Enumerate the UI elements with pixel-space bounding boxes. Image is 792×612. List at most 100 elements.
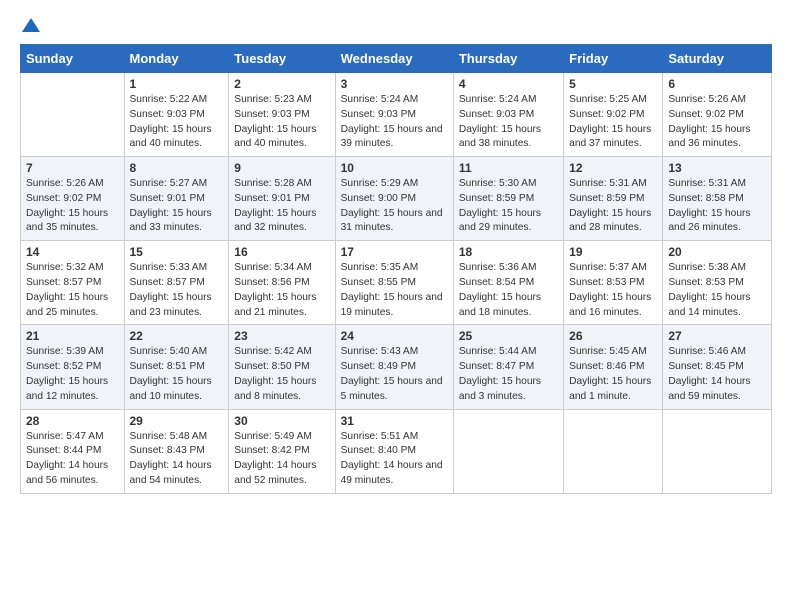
calendar-cell: 26 Sunrise: 5:45 AMSunset: 8:46 PMDayligh… [564,325,663,409]
day-header: Monday [124,45,229,73]
cell-info: Sunrise: 5:24 AMSunset: 9:03 PMDaylight:… [341,93,448,152]
cell-info: Sunrise: 5:42 AMSunset: 8:50 PMDaylight:… [234,345,329,404]
cell-info: Sunrise: 5:33 AMSunset: 8:57 PMDaylight:… [130,261,224,320]
cell-info: Sunrise: 5:32 AMSunset: 8:57 PMDaylight:… [26,261,119,320]
cell-info: Sunrise: 5:25 AMSunset: 9:02 PMDaylight:… [569,93,657,152]
date-number: 31 [341,414,448,428]
calendar-cell: 28 Sunrise: 5:47 AMSunset: 8:44 PMDayligh… [21,409,125,493]
calendar-cell: 19 Sunrise: 5:37 AMSunset: 8:53 PMDayligh… [564,241,663,325]
calendar-cell: 21 Sunrise: 5:39 AMSunset: 8:52 PMDayligh… [21,325,125,409]
cell-info: Sunrise: 5:22 AMSunset: 9:03 PMDaylight:… [130,93,224,152]
date-number: 10 [341,161,448,175]
date-number: 26 [569,329,657,343]
date-number: 22 [130,329,224,343]
day-header: Saturday [663,45,772,73]
date-number: 25 [459,329,558,343]
cell-info: Sunrise: 5:40 AMSunset: 8:51 PMDaylight:… [130,345,224,404]
calendar-cell [663,409,772,493]
cell-info: Sunrise: 5:36 AMSunset: 8:54 PMDaylight:… [459,261,558,320]
calendar-cell: 15Sunrise: 5:33 AMSunset: 8:57 PMDayligh… [124,241,229,325]
calendar-cell: 31 Sunrise: 5:51 AMSunset: 8:40 PMDayligh… [335,409,453,493]
calendar-cell: 14 Sunrise: 5:32 AMSunset: 8:57 PMDayligh… [21,241,125,325]
date-number: 6 [668,77,766,91]
cell-info: Sunrise: 5:51 AMSunset: 8:40 PMDaylight:… [341,430,448,489]
calendar-cell: 24 Sunrise: 5:43 AMSunset: 8:49 PMDayligh… [335,325,453,409]
date-number: 8 [130,161,224,175]
date-number: 19 [569,245,657,259]
calendar-cell: 8 Sunrise: 5:27 AMSunset: 9:01 PMDaylight… [124,157,229,241]
cell-info: Sunrise: 5:44 AMSunset: 8:47 PMDaylight:… [459,345,558,404]
date-number: 29 [130,414,224,428]
date-number: 11 [459,161,558,175]
page: SundayMondayTuesdayWednesdayThursdayFrid… [0,0,792,504]
date-number: 21 [26,329,119,343]
calendar-cell: 5 Sunrise: 5:25 AMSunset: 9:02 PMDaylight… [564,73,663,157]
date-number: 24 [341,329,448,343]
cell-info: Sunrise: 5:31 AMSunset: 8:58 PMDaylight:… [668,177,766,236]
day-header: Wednesday [335,45,453,73]
calendar-cell: 18Sunrise: 5:36 AMSunset: 8:54 PMDayligh… [453,241,563,325]
date-number: 23 [234,329,329,343]
calendar-cell: 13 Sunrise: 5:31 AMSunset: 8:58 PMDayligh… [663,157,772,241]
calendar-cell: 25 Sunrise: 5:44 AMSunset: 8:47 PMDayligh… [453,325,563,409]
date-number: 2 [234,77,329,91]
cell-info: Sunrise: 5:45 AMSunset: 8:46 PMDaylight:… [569,345,657,404]
cell-info: Sunrise: 5:26 AMSunset: 9:02 PMDaylight:… [668,93,766,152]
cell-info: Sunrise: 5:27 AMSunset: 9:01 PMDaylight:… [130,177,224,236]
calendar-cell [21,73,125,157]
date-number: 7 [26,161,119,175]
calendar-cell: 7Sunrise: 5:26 AMSunset: 9:02 PMDaylight… [21,157,125,241]
day-header: Sunday [21,45,125,73]
logo [20,18,40,34]
cell-info: Sunrise: 5:23 AMSunset: 9:03 PMDaylight:… [234,93,329,152]
calendar-cell: 6 Sunrise: 5:26 AMSunset: 9:02 PMDaylight… [663,73,772,157]
date-number: 13 [668,161,766,175]
cell-info: Sunrise: 5:30 AMSunset: 8:59 PMDaylight:… [459,177,558,236]
calendar-cell [564,409,663,493]
cell-info: Sunrise: 5:29 AMSunset: 9:00 PMDaylight:… [341,177,448,236]
calendar-cell: 9 Sunrise: 5:28 AMSunset: 9:01 PMDaylight… [229,157,335,241]
date-number: 14 [26,245,119,259]
day-header: Tuesday [229,45,335,73]
date-number: 5 [569,77,657,91]
cell-info: Sunrise: 5:38 AMSunset: 8:53 PMDaylight:… [668,261,766,320]
calendar-cell [453,409,563,493]
calendar-cell: 20 Sunrise: 5:38 AMSunset: 8:53 PMDayligh… [663,241,772,325]
day-header: Friday [564,45,663,73]
date-number: 28 [26,414,119,428]
calendar-cell: 1Sunrise: 5:22 AMSunset: 9:03 PMDaylight… [124,73,229,157]
logo-triangle-icon [22,18,40,32]
cell-info: Sunrise: 5:28 AMSunset: 9:01 PMDaylight:… [234,177,329,236]
cell-info: Sunrise: 5:24 AMSunset: 9:03 PMDaylight:… [459,93,558,152]
cell-info: Sunrise: 5:47 AMSunset: 8:44 PMDaylight:… [26,430,119,489]
calendar-cell: 11 Sunrise: 5:30 AMSunset: 8:59 PMDayligh… [453,157,563,241]
cell-info: Sunrise: 5:48 AMSunset: 8:43 PMDaylight:… [130,430,224,489]
date-number: 16 [234,245,329,259]
day-header: Thursday [453,45,563,73]
calendar-header: SundayMondayTuesdayWednesdayThursdayFrid… [21,45,772,73]
calendar-cell: 27Sunrise: 5:46 AMSunset: 8:45 PMDayligh… [663,325,772,409]
header [20,18,772,34]
cell-info: Sunrise: 5:39 AMSunset: 8:52 PMDaylight:… [26,345,119,404]
date-number: 9 [234,161,329,175]
calendar-body: 1Sunrise: 5:22 AMSunset: 9:03 PMDaylight… [21,73,772,494]
calendar-cell: 30Sunrise: 5:49 AMSunset: 8:42 PMDayligh… [229,409,335,493]
cell-info: Sunrise: 5:37 AMSunset: 8:53 PMDaylight:… [569,261,657,320]
date-number: 12 [569,161,657,175]
calendar-cell: 2 Sunrise: 5:23 AMSunset: 9:03 PMDaylight… [229,73,335,157]
cell-info: Sunrise: 5:46 AMSunset: 8:45 PMDaylight:… [668,345,766,404]
calendar-cell: 12Sunrise: 5:31 AMSunset: 8:59 PMDayligh… [564,157,663,241]
cell-info: Sunrise: 5:43 AMSunset: 8:49 PMDaylight:… [341,345,448,404]
calendar-table: SundayMondayTuesdayWednesdayThursdayFrid… [20,44,772,494]
calendar-cell: 29 Sunrise: 5:48 AMSunset: 8:43 PMDayligh… [124,409,229,493]
date-number: 20 [668,245,766,259]
date-number: 17 [341,245,448,259]
date-number: 3 [341,77,448,91]
cell-info: Sunrise: 5:49 AMSunset: 8:42 PMDaylight:… [234,430,329,489]
calendar-cell: 22 Sunrise: 5:40 AMSunset: 8:51 PMDayligh… [124,325,229,409]
week-row: 7Sunrise: 5:26 AMSunset: 9:02 PMDaylight… [21,157,772,241]
header-row: SundayMondayTuesdayWednesdayThursdayFrid… [21,45,772,73]
cell-info: Sunrise: 5:34 AMSunset: 8:56 PMDaylight:… [234,261,329,320]
date-number: 4 [459,77,558,91]
week-row: 21 Sunrise: 5:39 AMSunset: 8:52 PMDayligh… [21,325,772,409]
